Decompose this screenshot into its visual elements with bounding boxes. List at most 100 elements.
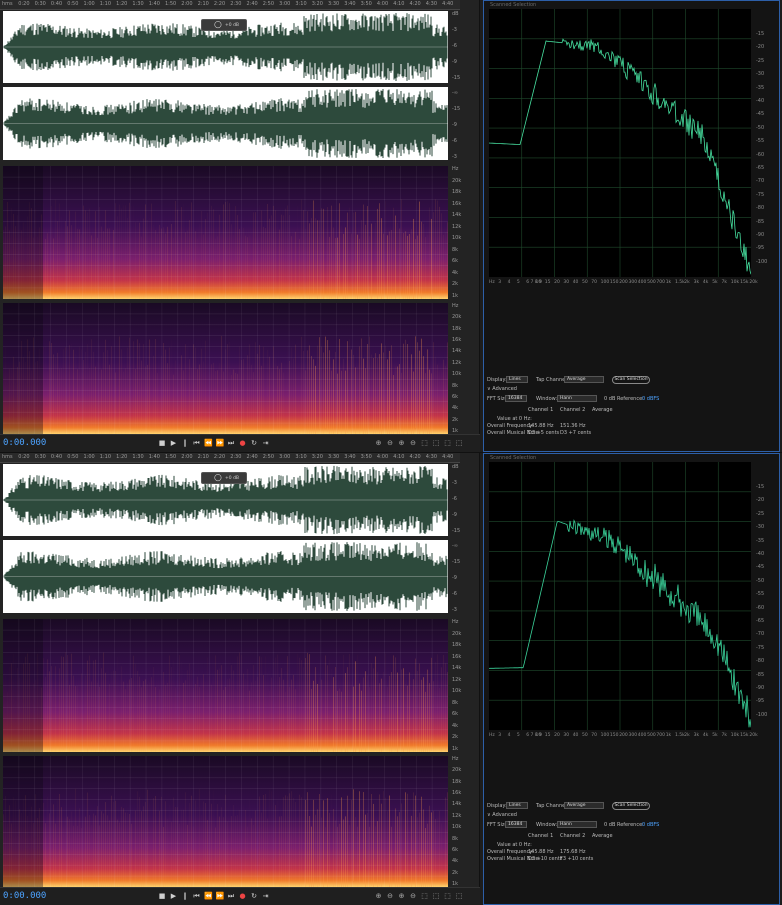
record-icon[interactable]: ● — [239, 892, 247, 900]
ruler-label: 2:00 — [181, 1, 193, 7]
zoom-full-icon[interactable]: ⬚ — [420, 892, 429, 900]
spectrogram-channel[interactable] — [3, 166, 448, 299]
tap-channel-select[interactable]: Average — [564, 802, 604, 809]
pause-icon[interactable]: ‖ — [181, 439, 189, 447]
skip-forward-icon[interactable]: ⏭ — [227, 892, 235, 900]
reference-value[interactable]: 0 dBFS — [642, 822, 659, 828]
window-select[interactable]: Hann — [557, 821, 597, 828]
scale-label: -9 — [452, 575, 457, 582]
spectrogram-channel[interactable] — [3, 619, 448, 752]
skip-forward-icon[interactable]: ⏭ — [227, 439, 235, 447]
advanced-toggle[interactable]: ∨ Advanced — [487, 386, 517, 392]
channel-2-header: Channel 2 — [560, 833, 586, 839]
reference-value[interactable]: 0 dBFS — [642, 396, 659, 402]
zoom-in-left-icon[interactable]: ⬚ — [443, 892, 452, 900]
advanced-toggle[interactable]: ∨ Advanced — [487, 812, 517, 818]
time-ruler[interactable]: hms 0:20 0:30 0:40 0:50 1:00 1:10 1:20 1:30 1:40 1… — [0, 453, 460, 463]
scale-label: 18k — [452, 189, 462, 196]
waveform-channel[interactable] — [3, 87, 448, 160]
zoom-in-time-icon[interactable]: ⊕ — [397, 439, 406, 447]
skip-back-icon[interactable]: ⏮ — [193, 439, 201, 447]
ruler-label: 2:40 — [246, 454, 258, 460]
hz-axis-label: Hz — [489, 733, 495, 738]
hz-axis-label: 1k — [665, 280, 672, 285]
hz-axis-label: 15 — [544, 280, 551, 285]
zoom-in-amplitude-icon[interactable]: ⊕ — [374, 892, 383, 900]
tap-channel-select[interactable]: Average — [564, 376, 604, 383]
ruler-label: 0:40 — [50, 454, 63, 460]
scale-label: 12k — [452, 223, 462, 230]
db-axis-label: -60 — [756, 151, 765, 158]
skip-selection-icon[interactable]: ⇥ — [262, 439, 270, 447]
rewind-icon[interactable]: ⏪ — [204, 439, 213, 447]
scale-label: -15 — [452, 74, 461, 81]
hz-axis-label: 300 — [628, 280, 638, 285]
scale-label: 14k — [452, 348, 462, 355]
fast-forward-icon[interactable]: ⏩ — [216, 439, 225, 447]
scale-label: -6 — [452, 138, 457, 145]
note-channel-1: D3 +5 cents — [528, 430, 560, 436]
db-axis-label: -60 — [756, 604, 765, 611]
db-axis-label: -75 — [756, 191, 765, 198]
zoom-in-selection-icon[interactable]: ⬚ — [432, 892, 441, 900]
frequency-analysis-panel: Scanned Selection -15 -20 -25 -30 -35 -40 -45 -5… — [483, 0, 780, 452]
scale-label: 8k — [452, 382, 459, 389]
current-time-display[interactable]: 0:00.000 — [3, 438, 46, 448]
fft-size-select[interactable]: 16384 — [505, 395, 527, 402]
hz-axis-label: 40 — [572, 733, 579, 738]
spectrogram-channel[interactable] — [3, 756, 448, 887]
hud-volume-control[interactable]: ○ +0 dB — [201, 472, 247, 484]
scan-selection-button[interactable]: Scan Selection — [612, 802, 650, 810]
skip-selection-icon[interactable]: ⇥ — [262, 892, 270, 900]
window-select[interactable]: Hann — [557, 395, 597, 402]
loop-icon[interactable]: ↻ — [250, 439, 258, 447]
hz-axis-label: 5k — [712, 733, 718, 738]
average-header: Average — [592, 833, 613, 839]
play-icon[interactable]: ▶ — [170, 892, 178, 900]
pause-icon[interactable]: ‖ — [181, 892, 189, 900]
zoom-out-time-icon[interactable]: ⊖ — [409, 892, 418, 900]
zoom-in-right-icon[interactable]: ⬚ — [455, 892, 464, 900]
zoom-in-amplitude-icon[interactable]: ⊕ — [374, 439, 383, 447]
skip-back-icon[interactable]: ⏮ — [193, 892, 201, 900]
display-select[interactable]: Lines — [506, 376, 528, 383]
ruler-label: 1:20 — [116, 1, 128, 7]
fast-forward-icon[interactable]: ⏩ — [216, 892, 225, 900]
time-ruler[interactable]: hms 0:20 0:30 0:40 0:50 1:00 1:10 1:20 1:30 1:40 1… — [0, 0, 460, 10]
zoom-full-icon[interactable]: ⬚ — [420, 439, 429, 447]
stop-icon[interactable]: ■ — [158, 439, 166, 447]
hz-axis-label: 200 — [619, 280, 628, 285]
rewind-icon[interactable]: ⏪ — [204, 892, 213, 900]
zoom-in-selection-icon[interactable]: ⬚ — [432, 439, 441, 447]
loop-icon[interactable]: ↻ — [250, 892, 258, 900]
display-label: Display: — [487, 803, 507, 809]
window-label: Window: — [536, 822, 558, 828]
zoom-in-left-icon[interactable]: ⬚ — [443, 439, 452, 447]
spectrum-plot[interactable] — [489, 9, 751, 277]
zoom-out-time-icon[interactable]: ⊖ — [409, 439, 418, 447]
fft-size-select[interactable]: 16384 — [505, 821, 527, 828]
scan-selection-button[interactable]: Scan Selection — [612, 376, 650, 384]
volume-knob-icon[interactable]: ○ — [214, 20, 222, 30]
stop-icon[interactable]: ■ — [158, 892, 166, 900]
zoom-in-right-icon[interactable]: ⬚ — [455, 439, 464, 447]
hz-axis-label: 2k — [684, 280, 690, 285]
play-icon[interactable]: ▶ — [170, 439, 178, 447]
scale-label: -3 — [452, 479, 457, 486]
current-time-display[interactable]: 0:00.000 — [3, 891, 46, 901]
db-axis-label: -40 — [756, 98, 765, 104]
spectrogram-channel[interactable] — [3, 303, 448, 434]
waveform-channel[interactable] — [3, 540, 448, 613]
spectrum-plot[interactable] — [489, 462, 751, 730]
display-select[interactable]: Lines — [506, 802, 528, 809]
zoom-out-amplitude-icon[interactable]: ⊖ — [386, 439, 395, 447]
hz-axis-label: 200 — [619, 733, 628, 738]
record-icon[interactable]: ● — [239, 439, 247, 447]
scale-label: 14k — [452, 212, 462, 219]
hud-volume-control[interactable]: ○ +0 dB — [201, 19, 247, 31]
zoom-out-amplitude-icon[interactable]: ⊖ — [386, 892, 395, 900]
volume-knob-icon[interactable]: ○ — [214, 473, 222, 483]
db-axis-label: -15 — [756, 484, 765, 490]
zoom-in-time-icon[interactable]: ⊕ — [397, 892, 406, 900]
scale-label: dB — [452, 11, 459, 17]
